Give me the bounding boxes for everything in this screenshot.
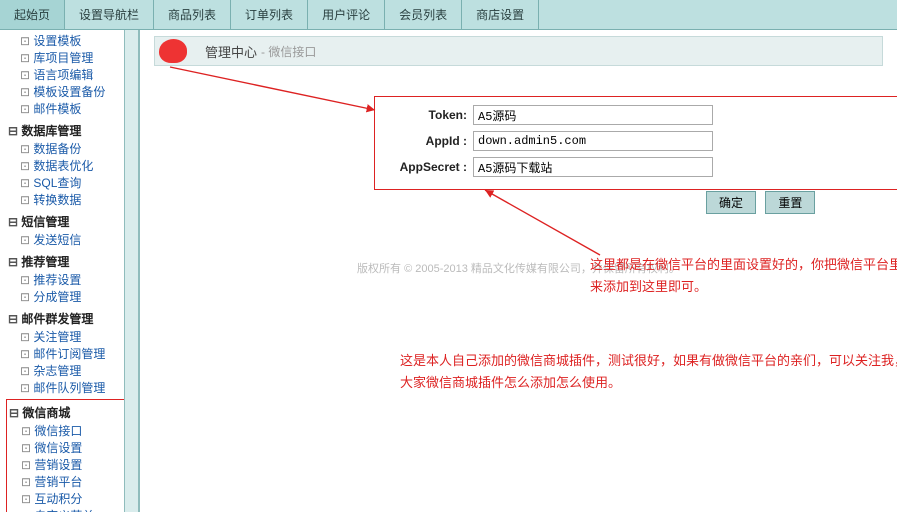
page-header: 管理中心 - 微信接口 — [154, 36, 883, 66]
reset-button[interactable]: 重置 — [765, 191, 815, 214]
sidebar-item-4-3[interactable]: 邮件队列管理 — [6, 380, 138, 397]
sidebar-item-1-1[interactable]: 数据表优化 — [6, 158, 138, 175]
appid-input[interactable] — [473, 131, 713, 151]
logo-icon — [159, 39, 187, 63]
sidebar-item-3-0[interactable]: 推荐设置 — [6, 272, 138, 289]
sidebar-item-0-3[interactable]: 模板设置备份 — [6, 84, 138, 101]
sidebar-group-3[interactable]: 推荐管理 — [6, 251, 138, 272]
sidebar-item-4-0[interactable]: 关注管理 — [6, 329, 138, 346]
sidebar: 设置模板库项目管理语言项编辑模板设置备份邮件模板数据库管理数据备份数据表优化SQ… — [0, 30, 140, 512]
sidebar-item-0-1[interactable]: 库项目管理 — [6, 50, 138, 67]
sidebar-group-5[interactable]: 微信商城 — [7, 402, 127, 423]
nav-tab-6[interactable]: 商店设置 — [462, 0, 539, 29]
nav-tab-3[interactable]: 订单列表 — [231, 0, 308, 29]
sidebar-item-4-2[interactable]: 杂志管理 — [6, 363, 138, 380]
nav-tab-4[interactable]: 用户评论 — [308, 0, 385, 29]
sidebar-group-4[interactable]: 邮件群发管理 — [6, 308, 138, 329]
sidebar-item-0-2[interactable]: 语言项编辑 — [6, 67, 138, 84]
sidebar-item-1-3[interactable]: 转换数据 — [6, 192, 138, 209]
page-title: 管理中心 — [205, 42, 257, 61]
appsecret-input[interactable] — [473, 157, 713, 177]
ok-button[interactable]: 确定 — [706, 191, 756, 214]
sidebar-item-5-0[interactable]: 微信接口 — [7, 423, 127, 440]
sidebar-item-5-1[interactable]: 微信设置 — [7, 440, 127, 457]
sidebar-item-1-2[interactable]: SQL查询 — [6, 175, 138, 192]
sidebar-item-4-1[interactable]: 邮件订阅管理 — [6, 346, 138, 363]
sidebar-scrollbar[interactable] — [124, 30, 138, 512]
appsecret-label: AppSecret : — [383, 160, 473, 174]
sidebar-item-0-4[interactable]: 邮件模板 — [6, 101, 138, 118]
nav-tab-2[interactable]: 商品列表 — [154, 0, 231, 29]
sidebar-item-5-2[interactable]: 营销设置 — [7, 457, 127, 474]
top-nav: 起始页设置导航栏商品列表订单列表用户评论会员列表商店设置 — [0, 0, 897, 30]
sidebar-group-2[interactable]: 短信管理 — [6, 211, 138, 232]
sidebar-item-2-0[interactable]: 发送短信 — [6, 232, 138, 249]
token-label: Token: — [383, 108, 473, 122]
nav-tab-0[interactable]: 起始页 — [0, 0, 65, 29]
token-input[interactable] — [473, 105, 713, 125]
sidebar-item-5-3[interactable]: 营销平台 — [7, 474, 127, 491]
sidebar-item-3-1[interactable]: 分成管理 — [6, 289, 138, 306]
appid-label: AppId : — [383, 134, 473, 148]
annotation-2: 这是本人自己添加的微信商城插件，测试很好，如果有做微信平台的亲们，可以关注我，我… — [400, 350, 897, 394]
sidebar-item-5-5[interactable]: 自定义菜单 — [7, 508, 127, 512]
page-subtitle: - 微信接口 — [261, 43, 316, 60]
nav-tab-5[interactable]: 会员列表 — [385, 0, 462, 29]
wechat-form: Token: AppId : AppSecret : — [374, 96, 897, 190]
sidebar-item-0-0[interactable]: 设置模板 — [6, 33, 138, 50]
annotation-1: 这里都是在微信平台的里面设置好的，你把微信平台里的信息复制进来添加到这里即可。 — [590, 254, 897, 298]
main-panel: 管理中心 - 微信接口 Token: AppId : AppSecret : 确… — [140, 30, 897, 512]
nav-tab-1[interactable]: 设置导航栏 — [65, 0, 154, 29]
sidebar-group-1[interactable]: 数据库管理 — [6, 120, 138, 141]
sidebar-item-1-0[interactable]: 数据备份 — [6, 141, 138, 158]
